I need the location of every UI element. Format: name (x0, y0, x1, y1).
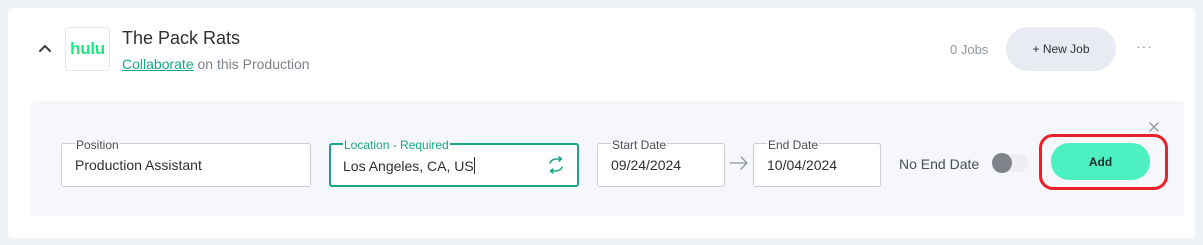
end-date-value[interactable]: 10/04/2024 (767, 157, 837, 173)
start-date-field[interactable]: Start Date 09/24/2024 (597, 139, 725, 187)
end-date-field[interactable]: End Date 10/04/2024 (753, 139, 881, 187)
location-value: Los Angeles, CA, US (343, 158, 474, 174)
subtitle-text: on this Production (193, 56, 310, 72)
arrow-right-icon (729, 156, 748, 170)
location-value-wrap[interactable]: Los Angeles, CA, US (343, 157, 475, 174)
add-button[interactable]: Add (1051, 143, 1150, 180)
no-end-date-label: No End Date (899, 156, 980, 172)
close-icon[interactable] (1148, 121, 1160, 133)
position-field[interactable]: Position Production Assistant (61, 139, 311, 187)
start-date-value[interactable]: 09/24/2024 (611, 157, 681, 173)
collaborate-link[interactable]: Collaborate (122, 56, 194, 72)
swap-icon[interactable] (547, 156, 565, 174)
chevron-up-icon[interactable] (37, 40, 53, 56)
production-title: The Pack Rats (122, 28, 241, 48)
position-value[interactable]: Production Assistant (75, 157, 202, 173)
position-label: Position (75, 138, 120, 152)
text-caret (473, 157, 475, 174)
jobs-count: 0 Jobs (950, 42, 989, 57)
end-date-label: End Date (767, 138, 820, 152)
production-logo: hulu (65, 27, 110, 71)
start-date-label: Start Date (611, 138, 668, 152)
location-label: Location - Required (343, 138, 450, 152)
more-options-icon[interactable]: ··· (1136, 38, 1153, 54)
location-field[interactable]: Location - Required Los Angeles, CA, US (329, 139, 579, 187)
no-end-date-toggle[interactable] (992, 153, 1028, 173)
toggle-knob (992, 153, 1012, 173)
hulu-logo-text: hulu (70, 39, 105, 58)
new-job-button[interactable]: + New Job (1006, 27, 1116, 71)
production-subtitle: Collaborate on this Production (122, 56, 310, 72)
